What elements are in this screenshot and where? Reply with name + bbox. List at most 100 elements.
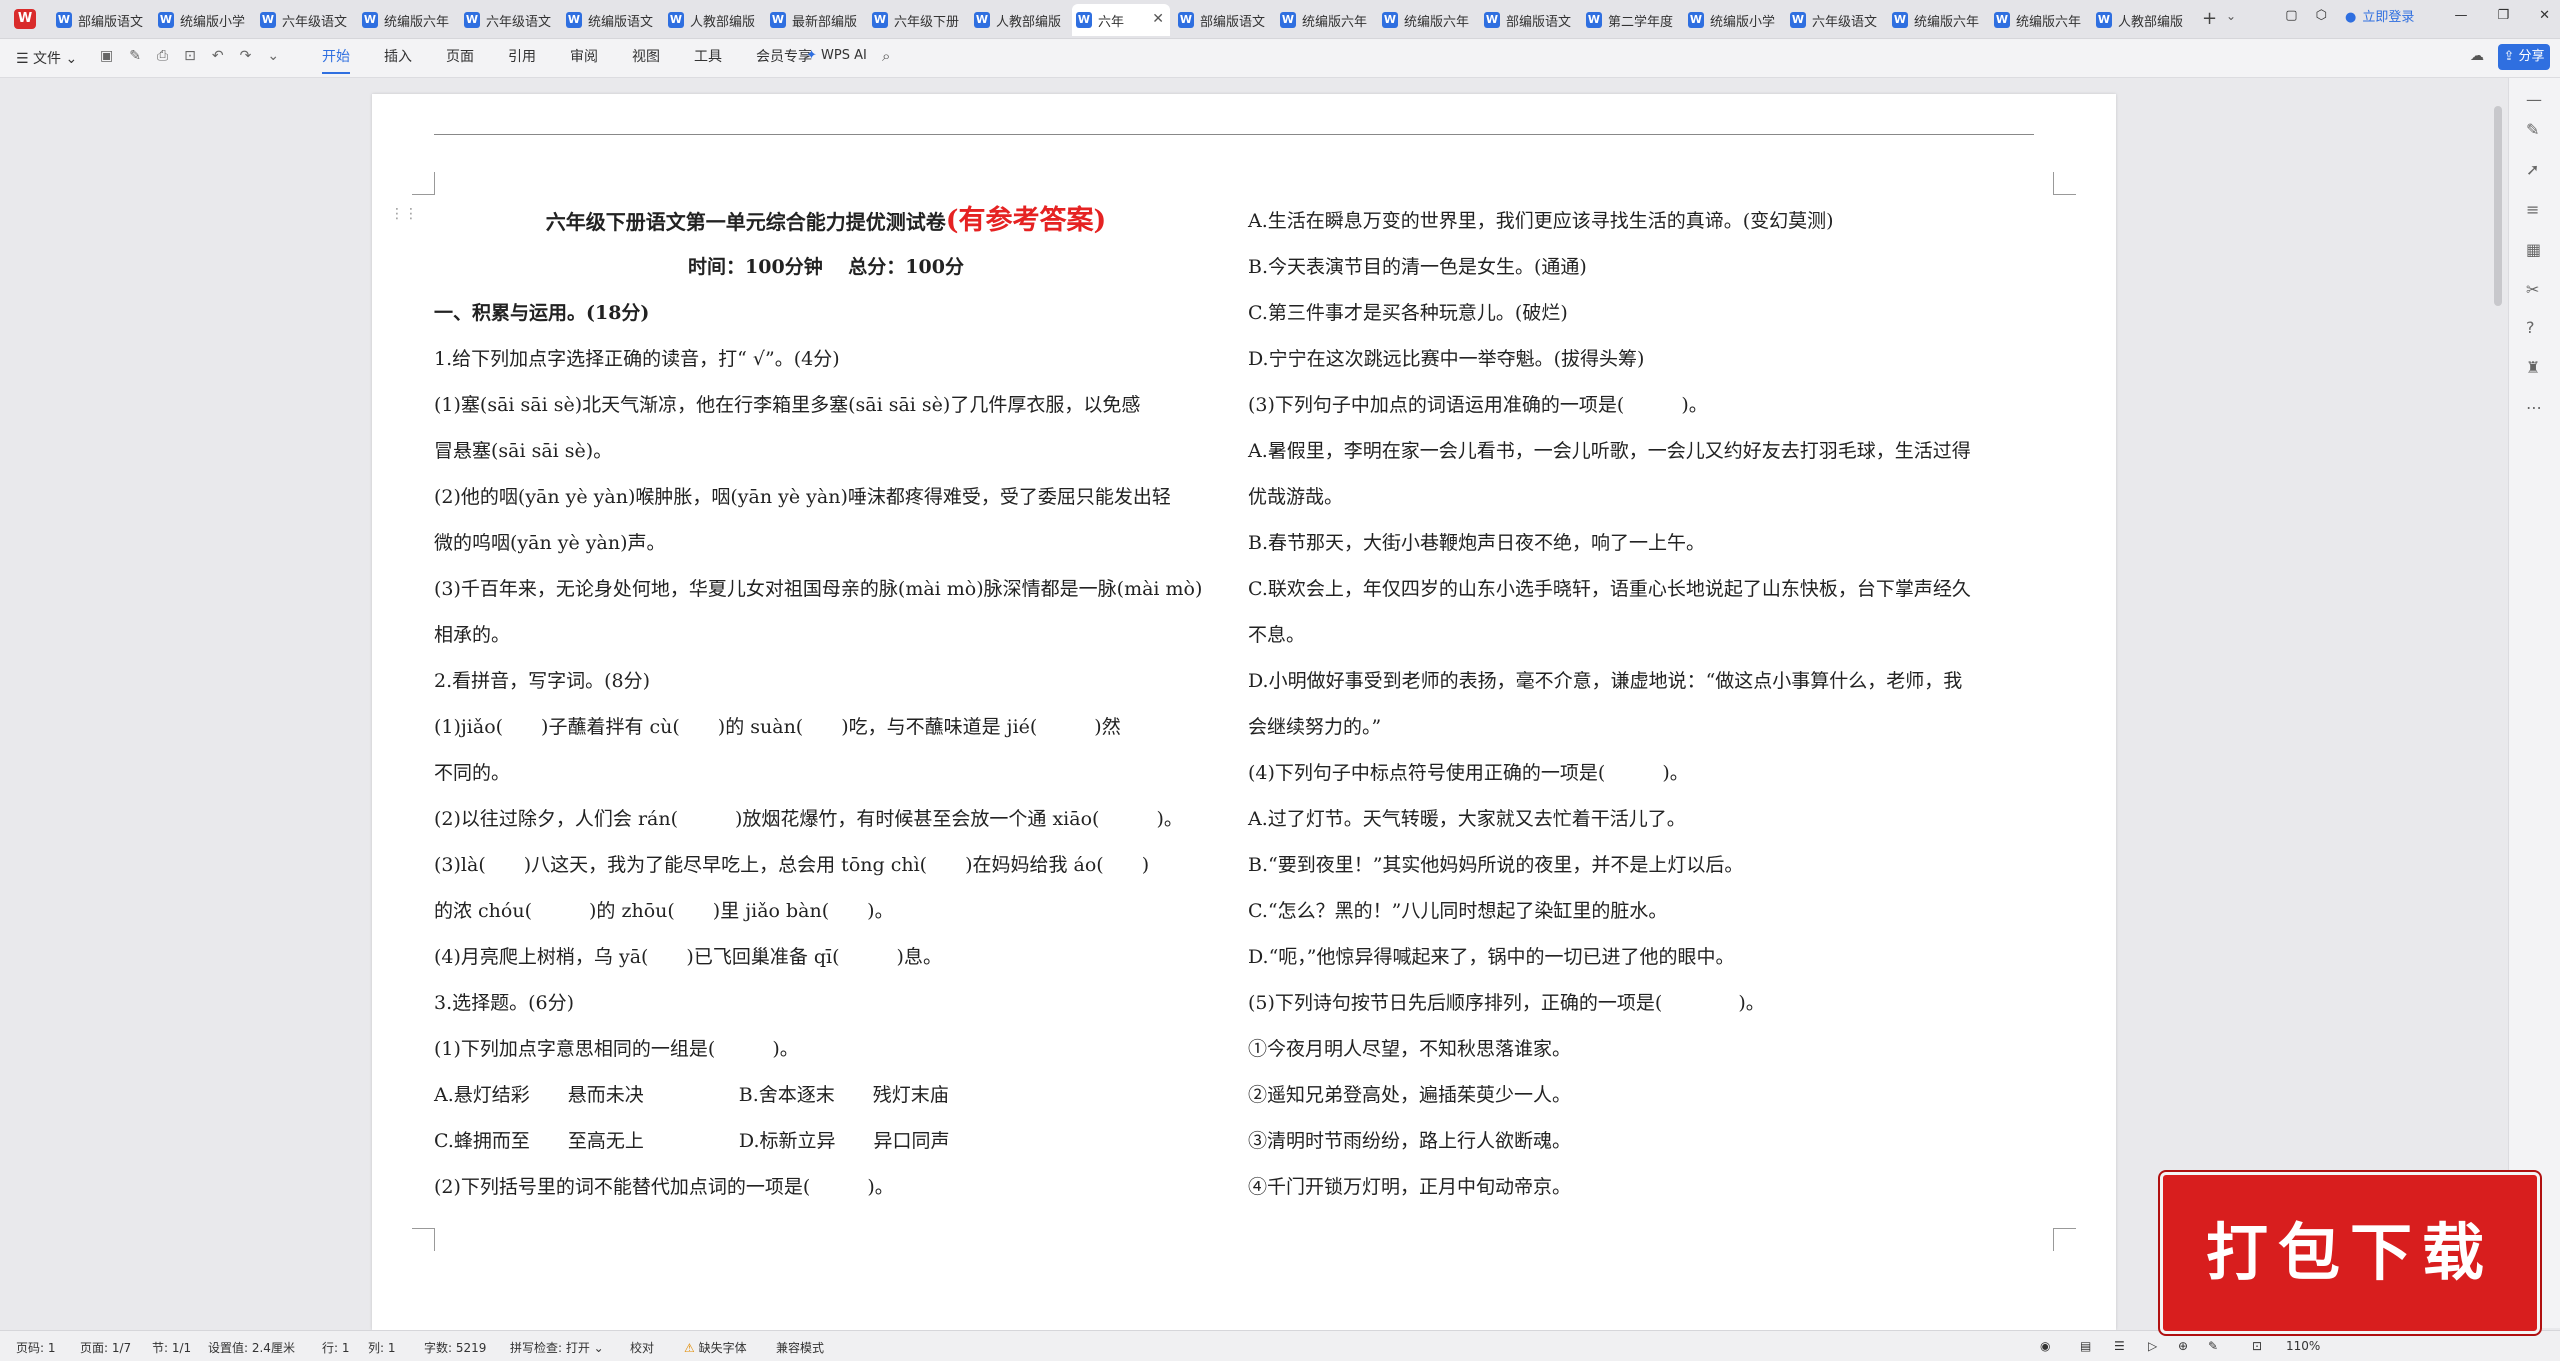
word-doc-icon: W (1688, 12, 1704, 28)
document-line: ①今夜月明人尽望，不知秋思落谁家。 (1248, 1038, 1572, 1060)
share-button[interactable]: ⇪ 分享 (2498, 44, 2550, 70)
document-tab[interactable]: W 人教部编版 (2092, 4, 2190, 36)
close-window-button[interactable]: ✕ (2539, 8, 2550, 23)
document-tab[interactable]: W 部编版语文 (1480, 4, 1578, 36)
wps-ai-button[interactable]: ✦ WPS AI (806, 48, 867, 63)
tab-label: 人教部编版 (2118, 14, 2184, 30)
document-tab[interactable]: W 部编版语文 (1174, 4, 1272, 36)
document-tab[interactable]: W 人教部编版 (664, 4, 762, 36)
document-tab[interactable]: W 统编版小学 (1684, 4, 1782, 36)
pen-icon[interactable]: ✎ (129, 48, 141, 64)
ribbon-tab[interactable]: 插入 (384, 46, 412, 74)
document-line: 一、积累与运用。(18分) (434, 302, 650, 324)
print-icon[interactable]: ⎙ (157, 48, 168, 64)
print-preview-icon[interactable]: ⊡ (184, 48, 196, 64)
margin-mark (412, 1228, 435, 1251)
document-tab[interactable]: W 统编版六年 (1888, 4, 1986, 36)
tab-label: 统编版六年 (2016, 14, 2082, 30)
document-line: (2)下列括号里的词不能替代加点词的一项是( )。 (434, 1176, 894, 1198)
ribbon-tab[interactable]: 工具 (694, 46, 722, 74)
search-icon[interactable]: ⌕ (882, 47, 890, 65)
close-tab-icon[interactable]: ✕ (1152, 11, 1164, 27)
collapse-icon[interactable]: — (2526, 90, 2542, 109)
status-row: 行: 1 (322, 1341, 350, 1355)
document-line: (3)下列句子中加点的词语运用准确的一项是( )。 (1248, 394, 1708, 416)
login-button[interactable]: ● 立即登录 (2345, 6, 2415, 25)
ribbon-tab[interactable]: 审阅 (570, 46, 598, 74)
cloud-sync-icon[interactable]: ☁ (2470, 48, 2484, 64)
proofread-button[interactable]: 校对 (630, 1339, 654, 1356)
window-layout-icon[interactable]: ▢ (2285, 8, 2297, 23)
document-tab[interactable]: W 第二学年度 (1582, 4, 1680, 36)
minimize-button[interactable]: — (2454, 8, 2467, 23)
document-line: C.第三件事才是买各种玩意儿。(破烂) (1248, 302, 1568, 324)
more-icon[interactable]: ⋯ (2526, 398, 2542, 417)
tab-label: 六年级语文 (486, 14, 552, 30)
ribbon-tab[interactable]: 会员专享 (756, 46, 812, 74)
document-line: (4)月亮爬上树梢，乌 yā( )已飞回巢准备 qī( )息。 (434, 946, 942, 968)
image-icon[interactable]: ▦ (2526, 240, 2541, 259)
document-tab[interactable]: W 六年 ✕ (1072, 4, 1170, 36)
document-tab[interactable]: W 统编版六年 (1378, 4, 1476, 36)
new-tab-button[interactable]: + (2202, 8, 2217, 29)
missing-font-button[interactable]: ⚠ 缺失字体 (684, 1339, 747, 1356)
web-view-icon[interactable]: ⊕ (2178, 1339, 2188, 1353)
tools-icon[interactable]: ✂ (2526, 280, 2539, 299)
scroll-thumb[interactable] (2494, 106, 2502, 306)
document-tab[interactable]: W 六年级语文 (256, 4, 354, 36)
ribbon-tab[interactable]: 页面 (446, 46, 474, 74)
ribbon-tab[interactable]: 引用 (508, 46, 536, 74)
spell-check-toggle[interactable]: 拼写检查: 打开 ⌄ (510, 1339, 604, 1356)
redo-icon[interactable]: ↷ (240, 48, 252, 64)
pen-view-icon[interactable]: ✎ (2208, 1339, 2218, 1353)
zoom-level[interactable]: 110% (2286, 1339, 2320, 1353)
wps-logo-icon[interactable]: W (14, 9, 36, 29)
document-tab[interactable]: W 统编版小学 (154, 4, 252, 36)
cursor-icon[interactable]: ➚ (2526, 160, 2539, 179)
shirt-icon[interactable]: ♜ (2526, 358, 2540, 377)
play-icon[interactable]: ▷ (2148, 1339, 2157, 1353)
document-tab[interactable]: W 最新部编版 (766, 4, 864, 36)
tab-list-chevron-icon[interactable]: ⌄ (2226, 9, 2236, 23)
download-banner[interactable]: 打包下载 (2160, 1172, 2540, 1334)
page-view-icon[interactable]: ▤ (2080, 1339, 2091, 1353)
document-tab[interactable]: W 统编版六年 (1276, 4, 1374, 36)
document-tab[interactable]: W 人教部编版 (970, 4, 1068, 36)
help-icon[interactable]: ? (2526, 318, 2535, 337)
document-tab[interactable]: W 六年级语文 (460, 4, 558, 36)
tab-label: 人教部编版 (690, 14, 756, 30)
document-tab[interactable]: W 六年级下册 (868, 4, 966, 36)
document-tab[interactable]: W 六年级语文 (1786, 4, 1884, 36)
cube-icon[interactable]: ⬡ (2316, 8, 2327, 23)
document-page[interactable]: ⋮⋮ 六年级下册语文第一单元综合能力提优测试卷(有参考答案) 时间：100分钟 … (372, 94, 2116, 1330)
more-chevron-icon[interactable]: ⌄ (267, 48, 279, 64)
toolbar: ☰ 文件 ⌄ ▣ ✎ ⎙ ⊡ ↶ ↷ ⌄ 开始 插入 页面 引用 审阅 视图 工具 会员专享 … (0, 39, 2560, 78)
save-icon[interactable]: ▣ (100, 48, 113, 64)
word-doc-icon: W (1280, 12, 1296, 28)
undo-icon[interactable]: ↶ (212, 48, 224, 64)
document-line: D.宁宁在这次跳远比赛中一举夺魁。(拔得头筹) (1248, 348, 1645, 370)
document-tab[interactable]: W 统编版六年 (1990, 4, 2088, 36)
edit-icon[interactable]: ✎ (2526, 120, 2539, 139)
vertical-scrollbar[interactable] (2490, 78, 2506, 1328)
file-menu[interactable]: ☰ 文件 ⌄ (16, 48, 77, 68)
document-line: (3)là( )八这天，我为了能尽早吃上，总会用 tōng chì( )在妈妈给… (434, 854, 1150, 876)
document-line: (5)下列诗句按节日先后顺序排列，正确的一项是( )。 (1248, 992, 1765, 1014)
ribbon-tab[interactable]: 视图 (632, 46, 660, 74)
tab-label: 统编版六年 (1404, 14, 1470, 30)
word-doc-icon: W (260, 12, 276, 28)
sliders-icon[interactable]: ≡ (2526, 200, 2539, 219)
document-tab[interactable]: W 部编版语文 (52, 4, 150, 36)
drag-handle-icon[interactable]: ⋮⋮ (390, 206, 418, 222)
eye-icon[interactable]: ◉ (2040, 1339, 2050, 1353)
document-tab[interactable]: W 统编版六年 (358, 4, 456, 36)
restore-button[interactable]: ❐ (2497, 8, 2509, 23)
document-line: B.春节那天，大街小巷鞭炮声日夜不绝，响了一上午。 (1248, 532, 1706, 554)
tab-label: 最新部编版 (792, 14, 858, 30)
ribbon-tab[interactable]: 开始 (322, 46, 350, 74)
fit-icon[interactable]: ⊡ (2252, 1339, 2262, 1353)
window-controls: ▢ ⬡ ● 立即登录 — ❐ ✕ (2267, 6, 2550, 25)
document-tab[interactable]: W 统编版语文 (562, 4, 660, 36)
outline-view-icon[interactable]: ☰ (2114, 1339, 2125, 1353)
word-doc-icon: W (464, 12, 480, 28)
